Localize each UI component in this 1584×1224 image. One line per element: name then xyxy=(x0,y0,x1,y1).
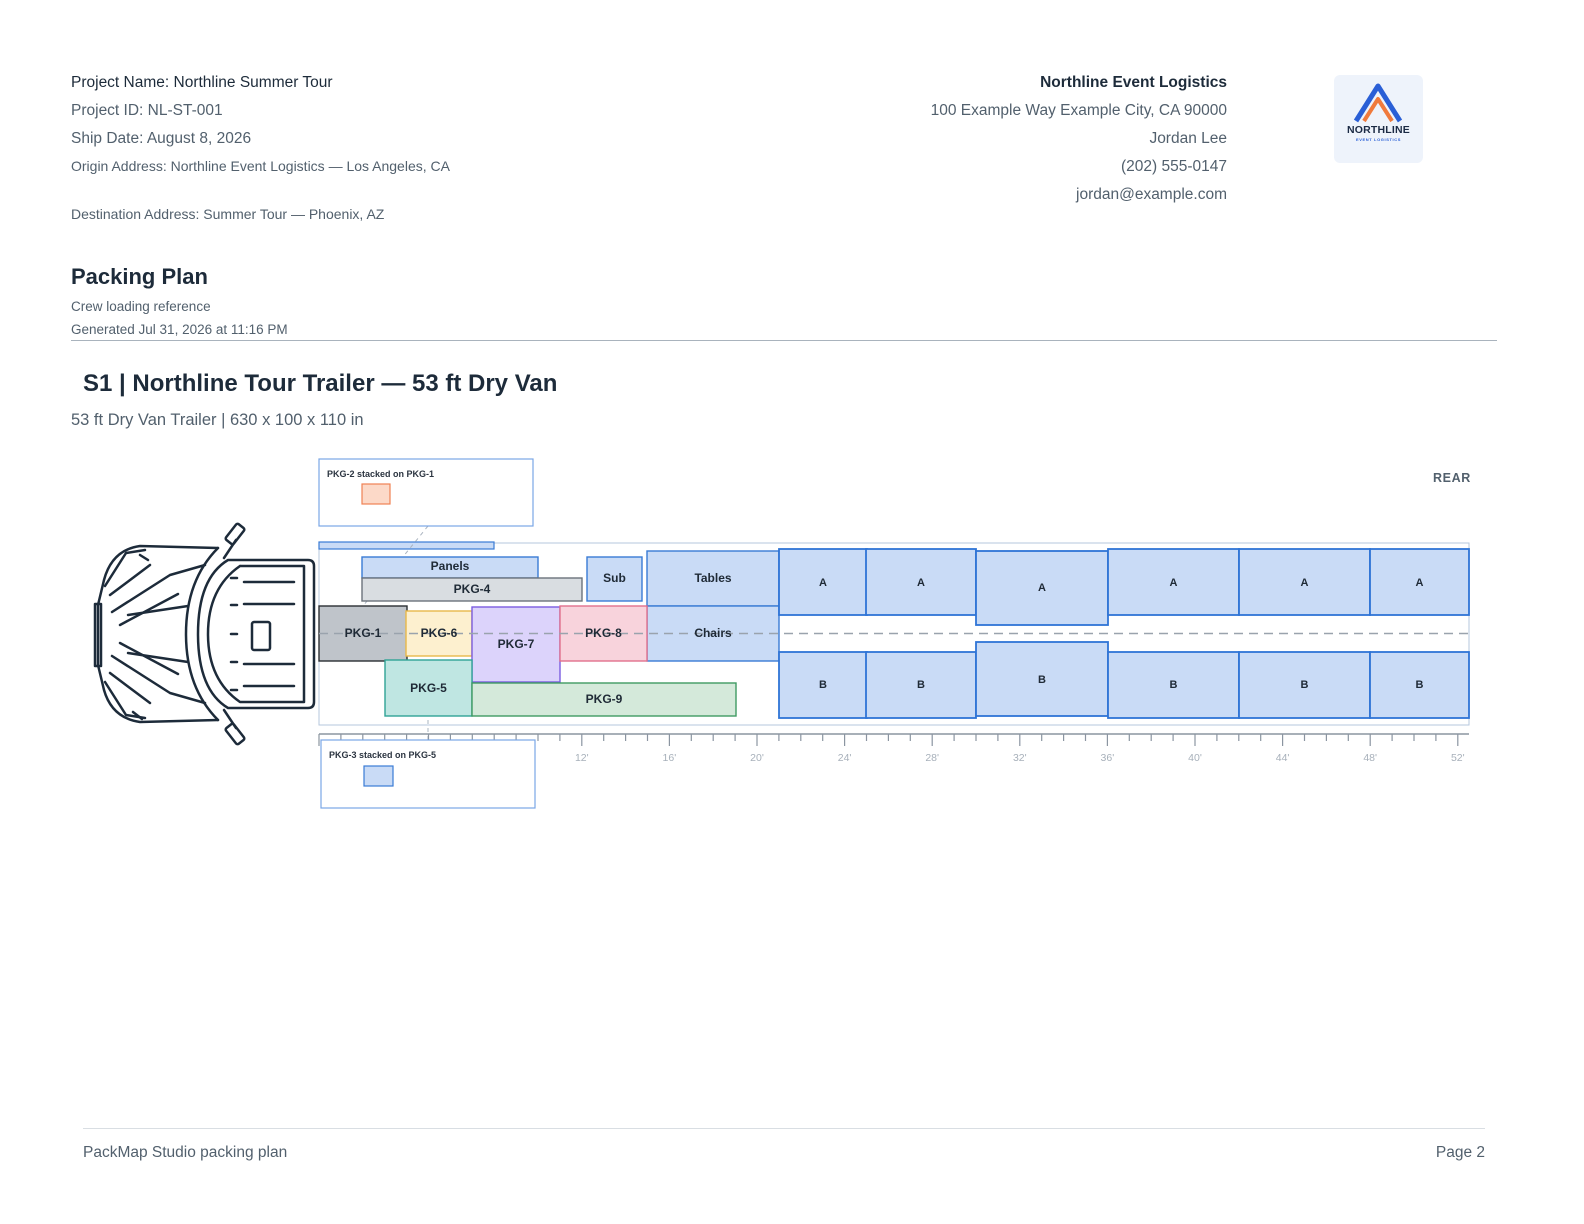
ruler-label: 16' xyxy=(663,752,677,764)
ruler-label: 52' xyxy=(1451,752,1465,764)
footer-caption: PackMap Studio packing plan xyxy=(83,1144,288,1161)
page-number: Page 2 xyxy=(1435,1144,1485,1161)
callout-label-top: PKG-2 stacked on PKG-1 xyxy=(327,469,434,479)
trailer-load-diagram: Panels PKG-4 Sub Tables Chairs PKG-1 PKG-6 PKG-… xyxy=(93,458,1470,809)
front-strip xyxy=(318,541,495,550)
cargo-pkg-8-label: PKG-8 xyxy=(585,626,622,640)
cargo-a-label: A xyxy=(1038,582,1046,594)
footer-divider xyxy=(83,1128,1485,1129)
ruler-label: 20' xyxy=(750,752,764,764)
callout-swatch-bottom xyxy=(363,765,394,787)
truck-cab-icon xyxy=(93,522,316,746)
ruler-label: 24' xyxy=(838,752,852,764)
ruler-label: 44' xyxy=(1276,752,1290,764)
cargo-b-label: B xyxy=(1038,674,1046,686)
cargo-a-label: A xyxy=(1416,577,1424,589)
ruler-label: 32' xyxy=(1013,752,1027,764)
callout-stack-bottom: PKG-3 stacked on PKG-5 xyxy=(320,739,536,809)
ruler-label: 36' xyxy=(1101,752,1115,764)
cargo-chairs-label: Chairs xyxy=(694,626,732,640)
cargo-b-label: B xyxy=(1301,679,1309,691)
cargo-b-label: B xyxy=(1416,679,1424,691)
ruler-label: 40' xyxy=(1188,752,1202,764)
callout-label-bottom: PKG-3 stacked on PKG-5 xyxy=(329,750,436,760)
cargo-panels-label: Panels xyxy=(431,559,470,573)
ruler-label: 28' xyxy=(925,752,939,764)
cargo-tables-label: Tables xyxy=(694,571,731,585)
ruler-label: 48' xyxy=(1363,752,1377,764)
cargo-pkg-9-label: PKG-9 xyxy=(586,692,623,706)
cargo-a-label: A xyxy=(917,577,925,589)
cargo-pkg-6-label: PKG-6 xyxy=(421,626,458,640)
ruler-label: 12' xyxy=(575,752,589,764)
cargo-b-label: B xyxy=(1170,679,1178,691)
cargo-sub-label: Sub xyxy=(603,571,626,585)
cargo-a-label: A xyxy=(1170,577,1178,589)
cargo-pkg-7-label: PKG-7 xyxy=(498,637,535,651)
cargo-pkg-5-label: PKG-5 xyxy=(410,681,447,695)
cargo-a-label: A xyxy=(1301,577,1309,589)
cargo-b-label: B xyxy=(917,679,925,691)
callout-stack-top: PKG-2 stacked on PKG-1 xyxy=(318,458,534,527)
cargo-pkg-1-label: PKG-1 xyxy=(345,626,382,640)
cargo-pkg-4-label: PKG-4 xyxy=(454,582,491,596)
callout-swatch-top xyxy=(361,483,391,505)
cargo-a-label: A xyxy=(819,577,827,589)
cargo-b-label: B xyxy=(819,679,827,691)
